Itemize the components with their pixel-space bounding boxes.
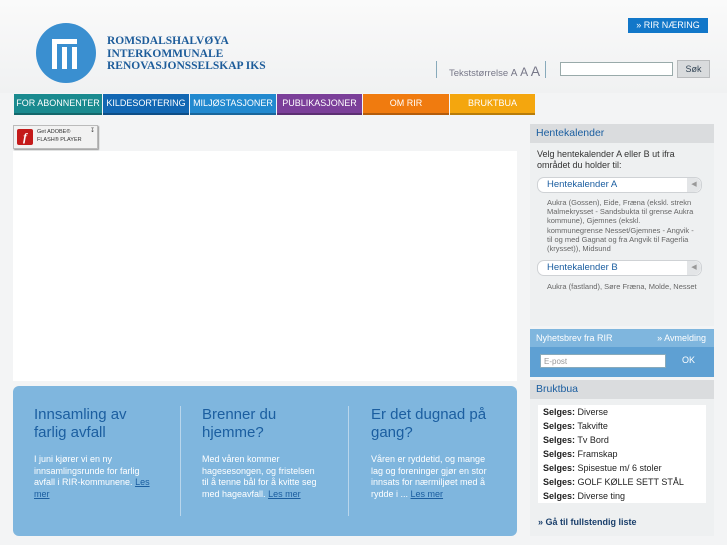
- list-item[interactable]: Selges: Framskap: [538, 447, 706, 461]
- hentekalender-intro: Velg hentekalender A eller B ut ifra omr…: [537, 149, 675, 170]
- info-title[interactable]: Innsamling av farlig avfall: [34, 406, 162, 442]
- newsletter-email-input[interactable]: E-post: [540, 354, 666, 368]
- sale-prefix: Selges:: [543, 477, 576, 487]
- hentekalender-b-button[interactable]: Hentekalender B ◀: [537, 260, 702, 276]
- bruktbua-heading: Bruktbua: [530, 380, 714, 399]
- sale-prefix: Selges:: [543, 435, 576, 445]
- hentekalender-b-label: Hentekalender B: [547, 262, 618, 273]
- list-item[interactable]: Selges: Diverse ting: [538, 489, 706, 503]
- read-more-link[interactable]: Les mer: [411, 489, 444, 499]
- org-name-line-2: INTERKOMMUNALE: [107, 47, 224, 60]
- sale-prefix: Selges:: [543, 449, 576, 459]
- get-flash-player-button[interactable]: f Get ADOBE® FLASH® PLAYER ↧: [13, 125, 98, 149]
- org-name-line-3: RENOVASJONSSELSKAP IKS: [107, 60, 266, 72]
- sale-prefix: Selges:: [543, 463, 576, 473]
- newsletter-title: Nyhetsbrev fra RIR: [536, 333, 613, 343]
- item-name: Framskap: [577, 449, 618, 459]
- text-size-label: Tekststørrelse: [449, 68, 509, 79]
- hentekalender-b-areas: Aukra (fastland), Søre Fræna, Molde, Nes…: [547, 282, 697, 291]
- list-item[interactable]: Selges: GOLF KØLLE SETT STÅL: [538, 475, 706, 489]
- hentekalender-a-label: Hentekalender A: [547, 179, 618, 190]
- header: ROMSDALSHALVØYA INTERKOMMUNALE RENOVASJO…: [0, 0, 727, 93]
- info-column-dugnad: Er det dugnad på gang? Våren er ryddetid…: [371, 406, 497, 500]
- list-item[interactable]: Selges: Tv Bord: [538, 433, 706, 447]
- org-name[interactable]: ROMSDALSHALVØYA INTERKOMMUNALE RENOVASJO…: [107, 35, 307, 73]
- unsubscribe-link[interactable]: » Avmelding: [657, 329, 706, 347]
- divider: [436, 61, 437, 78]
- logo-mark-icon: [52, 39, 77, 69]
- item-name: Tv Bord: [577, 435, 609, 445]
- read-more-link[interactable]: Les mer: [268, 489, 301, 499]
- text-size-large[interactable]: A: [531, 63, 540, 79]
- sale-prefix: Selges:: [543, 407, 576, 417]
- hentekalender-a-button[interactable]: Hentekalender A ◀: [537, 177, 702, 193]
- info-title[interactable]: Er det dugnad på gang?: [371, 406, 497, 442]
- info-text-body: I juni kjører vi en ny innsamlingsrunde …: [34, 454, 140, 487]
- sale-prefix: Selges:: [543, 421, 576, 431]
- list-item[interactable]: Selges: Takvifte: [538, 419, 706, 433]
- nav-item-kildesortering[interactable]: KILDESORTERING: [103, 94, 189, 115]
- flash-line-2: FLASH® PLAYER: [37, 137, 82, 143]
- flash-line-1: Get ADOBE®: [37, 129, 71, 135]
- bruktbua-list: Selges: Diverse Selges: Takvifte Selges:…: [538, 405, 706, 503]
- divider: [180, 406, 181, 516]
- sale-prefix: Selges:: [543, 491, 576, 501]
- nav-item-publikasjoner[interactable]: PUBLIKASJONER: [277, 94, 362, 115]
- item-name: Takvifte: [577, 421, 608, 431]
- text-size-small[interactable]: A: [511, 68, 518, 79]
- info-title[interactable]: Brenner du hjemme?: [202, 406, 318, 442]
- hentekalender-a-areas: Aukra (Gossen), Eide, Fræna (ekskl. stre…: [547, 198, 694, 254]
- item-name: Spisestue m/ 6 stoler: [577, 463, 662, 473]
- search-button[interactable]: Søk: [677, 60, 710, 78]
- nav-item-miljostasjoner[interactable]: MILJØSTASJONER: [190, 94, 276, 115]
- flash-content-area: [13, 151, 517, 381]
- org-name-line-1: ROMSDALSHALVØYA: [107, 35, 229, 47]
- info-column-farlig-avfall: Innsamling av farlig avfall I juni kjøre…: [34, 406, 162, 500]
- list-item[interactable]: Selges: Spisestue m/ 6 stoler: [538, 461, 706, 475]
- nav-item-om-rir[interactable]: OM RIR: [363, 94, 449, 115]
- info-text: Med våren kommer hagesesongen, og friste…: [202, 454, 318, 500]
- nav-item-bruktbua[interactable]: BRUKTBUA: [450, 94, 535, 115]
- full-list-link[interactable]: » Gå til fullstendig liste: [538, 517, 637, 527]
- nav-item-for-abonnenter[interactable]: FOR ABONNENTER: [14, 94, 102, 115]
- arrow-left-icon: ◀: [687, 261, 701, 275]
- info-text: I juni kjører vi en ny innsamlingsrunde …: [34, 454, 162, 500]
- item-name: GOLF KØLLE SETT STÅL: [577, 477, 684, 487]
- info-panel: Innsamling av farlig avfall I juni kjøre…: [13, 386, 517, 536]
- page: ROMSDALSHALVØYA INTERKOMMUNALE RENOVASJO…: [0, 0, 727, 545]
- download-icon: ↧: [90, 128, 96, 134]
- hentekalender-heading: Hentekalender: [530, 124, 714, 143]
- item-name: Diverse ting: [577, 491, 626, 501]
- divider: [545, 61, 546, 78]
- text-size-control: Tekststørrelse A A A: [449, 63, 540, 79]
- text-size-medium[interactable]: A: [520, 65, 528, 79]
- divider: [348, 406, 349, 516]
- arrow-left-icon: ◀: [687, 178, 701, 192]
- rir-naering-button[interactable]: » RIR NÆRING: [628, 18, 708, 33]
- info-column-brenner: Brenner du hjemme? Med våren kommer hage…: [202, 406, 318, 500]
- search-input[interactable]: [560, 62, 673, 76]
- newsletter-ok-button[interactable]: OK: [682, 355, 695, 365]
- flash-icon: f: [17, 129, 33, 145]
- info-text: Våren er ryddetid, og mange lag og foren…: [371, 454, 497, 500]
- item-name: Diverse: [577, 407, 609, 417]
- list-item[interactable]: Selges: Diverse: [538, 405, 706, 419]
- newsletter-header: Nyhetsbrev fra RIR » Avmelding: [530, 329, 714, 347]
- rir-logo[interactable]: [36, 23, 96, 83]
